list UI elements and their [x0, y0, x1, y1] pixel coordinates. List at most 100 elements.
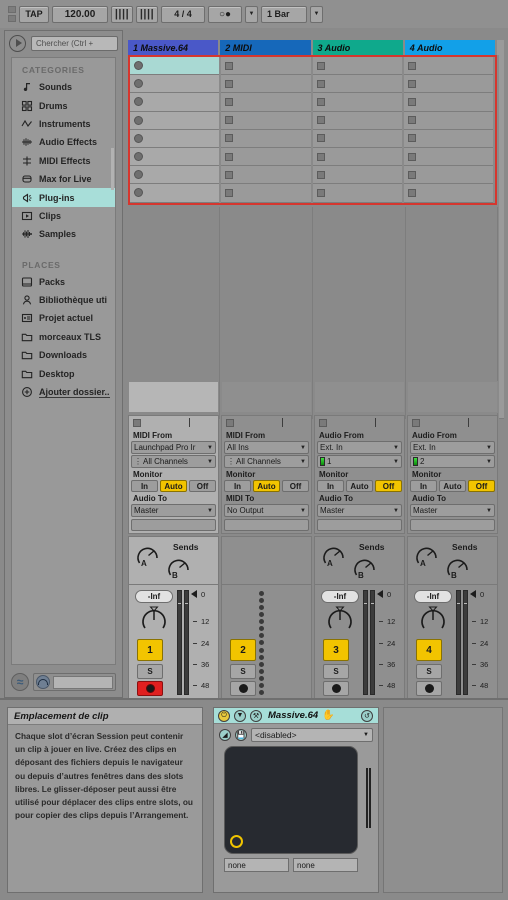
clip-stop-icon[interactable] [225, 170, 234, 179]
clip-stop-icon[interactable] [407, 152, 416, 161]
clip-stop-icon[interactable] [225, 134, 234, 143]
monitor-off-button[interactable]: Off [468, 480, 495, 492]
output-channel-select[interactable] [131, 519, 216, 531]
sidebar-item-morceaux-tls[interactable]: morceaux TLS [12, 328, 115, 346]
send-a-knob[interactable]: A [322, 543, 347, 568]
clip-stop-icon[interactable] [316, 116, 325, 125]
tempo-field[interactable]: 120.00 [52, 5, 108, 23]
monitor-in-button[interactable]: In [317, 480, 344, 492]
clip-slot-t4-s3[interactable] [403, 93, 493, 112]
input-select[interactable]: Ext. In ▼ [317, 441, 402, 454]
volume-value[interactable]: -Inf [414, 590, 452, 603]
scene-launch-column[interactable] [499, 55, 504, 419]
clip-slot-t4-s1[interactable] [403, 57, 493, 76]
clip-play-icon[interactable] [134, 133, 143, 143]
clip-slot-t2-s8[interactable] [221, 184, 311, 203]
clip-slot-t1-s6[interactable] [130, 147, 220, 167]
clip-stop-icon[interactable] [407, 170, 416, 179]
clip-stop-icon[interactable] [316, 170, 325, 179]
hand-icon[interactable]: ✋ [322, 710, 334, 721]
output-channel-select[interactable] [410, 519, 495, 531]
clip-stop-icon[interactable] [316, 61, 325, 70]
monitor-in-button[interactable]: In [224, 480, 251, 492]
monitor-in-button[interactable]: In [410, 480, 437, 492]
solo-button[interactable]: S [137, 664, 163, 679]
input-channel-select[interactable]: 2 ▼ [410, 455, 495, 468]
preset-select[interactable]: <disabled> ▼ [251, 727, 373, 742]
clip-slot-t4-s5[interactable] [403, 129, 493, 148]
clip-slot-t3-s6[interactable] [312, 147, 402, 167]
clip-slot-t3-s4[interactable] [312, 111, 402, 130]
clip-slot-t3-s2[interactable] [312, 75, 402, 94]
solo-button[interactable]: S [323, 664, 349, 679]
clip-slot-t3-s3[interactable] [312, 93, 402, 112]
clip-play-icon[interactable] [134, 170, 143, 180]
clip-slot-t3-s1[interactable] [312, 57, 402, 76]
clip-stop-icon[interactable] [407, 61, 416, 70]
input-select[interactable]: Ext. In ▼ [410, 441, 495, 454]
track-status-2[interactable] [221, 381, 312, 413]
solo-button[interactable]: S [416, 664, 442, 679]
clip-stop-icon[interactable] [316, 97, 325, 106]
input-select[interactable]: All Ins ▼ [224, 441, 309, 454]
clip-stop-icon[interactable] [225, 152, 234, 161]
plugin-display[interactable] [224, 746, 358, 854]
output-select[interactable]: Master ▼ [317, 504, 402, 517]
plugin-resize-handle[interactable] [230, 835, 243, 848]
time-signature-field[interactable]: 4 / 4 [161, 5, 205, 23]
tap-tempo-button[interactable]: TAP [19, 5, 49, 23]
solo-button[interactable]: S [230, 664, 256, 679]
record-arm-button[interactable] [323, 681, 349, 696]
device-scrollbar[interactable] [366, 768, 372, 828]
sidebar-item-midi-effects[interactable]: MIDI Effects [12, 152, 115, 170]
sidebar-item-plug-ins[interactable]: Plug-ins [12, 188, 115, 207]
clip-slot-t4-s6[interactable] [403, 147, 493, 167]
monitor-in-button[interactable]: In [131, 480, 158, 492]
output-channel-select[interactable] [224, 519, 309, 531]
track-number-button[interactable]: 3 [323, 639, 349, 661]
clip-stop-icon[interactable] [316, 134, 325, 143]
send-b-knob[interactable]: B [446, 555, 471, 580]
monitor-auto-button[interactable]: Auto [253, 480, 280, 492]
clip-stop-icon[interactable] [225, 97, 234, 106]
clip-stop-icon[interactable] [316, 188, 325, 197]
track-header-3[interactable]: 3 Audio [312, 40, 403, 55]
clip-stop-icon[interactable] [225, 61, 234, 70]
clip-stop-icon[interactable] [225, 79, 234, 88]
track-activator-icon[interactable] [133, 418, 141, 427]
clip-stop-icon[interactable] [407, 134, 416, 143]
macro-field-right[interactable]: none [293, 858, 358, 872]
clip-slot-t2-s3[interactable] [221, 93, 311, 112]
sidebar-item-user-library[interactable]: Bibliothèque uti [12, 291, 115, 309]
volume-value[interactable]: -Inf [321, 590, 359, 603]
output-select[interactable]: No Output ▼ [224, 504, 309, 517]
clip-stop-icon[interactable] [407, 116, 416, 125]
output-select[interactable]: Master ▼ [410, 504, 495, 517]
sidebar-item-instruments[interactable]: Instruments [12, 115, 115, 133]
sidebar-item-drums[interactable]: Drums [12, 96, 115, 114]
clip-play-icon[interactable] [134, 79, 143, 89]
wrench-icon[interactable]: ⚒ [250, 709, 262, 722]
track-activator-icon[interactable] [412, 418, 420, 427]
chevron-down-icon-2[interactable]: ▼ [310, 5, 323, 23]
track-header-1[interactable]: 1 Massive.64 [128, 40, 219, 55]
search-input[interactable]: Chercher (Ctrl + [31, 35, 118, 51]
send-a-knob[interactable]: A [415, 543, 440, 568]
monitor-auto-button[interactable]: Auto [160, 480, 187, 492]
output-channel-select[interactable] [317, 519, 402, 531]
clip-play-icon[interactable] [134, 115, 143, 125]
track-activator-icon[interactable] [226, 418, 234, 427]
preview-wave-icon[interactable]: ≈ [11, 673, 29, 691]
browser-scrollbar[interactable] [111, 148, 114, 190]
clip-slot-t2-s6[interactable] [221, 147, 311, 167]
clip-slot-t2-s5[interactable] [221, 129, 311, 148]
chevron-down-icon[interactable]: ▼ [245, 5, 258, 23]
save-preset-icon[interactable]: 💾 [235, 728, 247, 741]
monitor-off-button[interactable]: Off [189, 480, 216, 492]
clip-slot-t4-s8[interactable] [403, 184, 493, 203]
headphones-icon[interactable] [36, 675, 50, 689]
pan-knob[interactable] [325, 605, 355, 635]
clip-play-icon[interactable] [134, 188, 143, 198]
macro-field-left[interactable]: none [224, 858, 289, 872]
track-status-1[interactable] [128, 381, 219, 413]
